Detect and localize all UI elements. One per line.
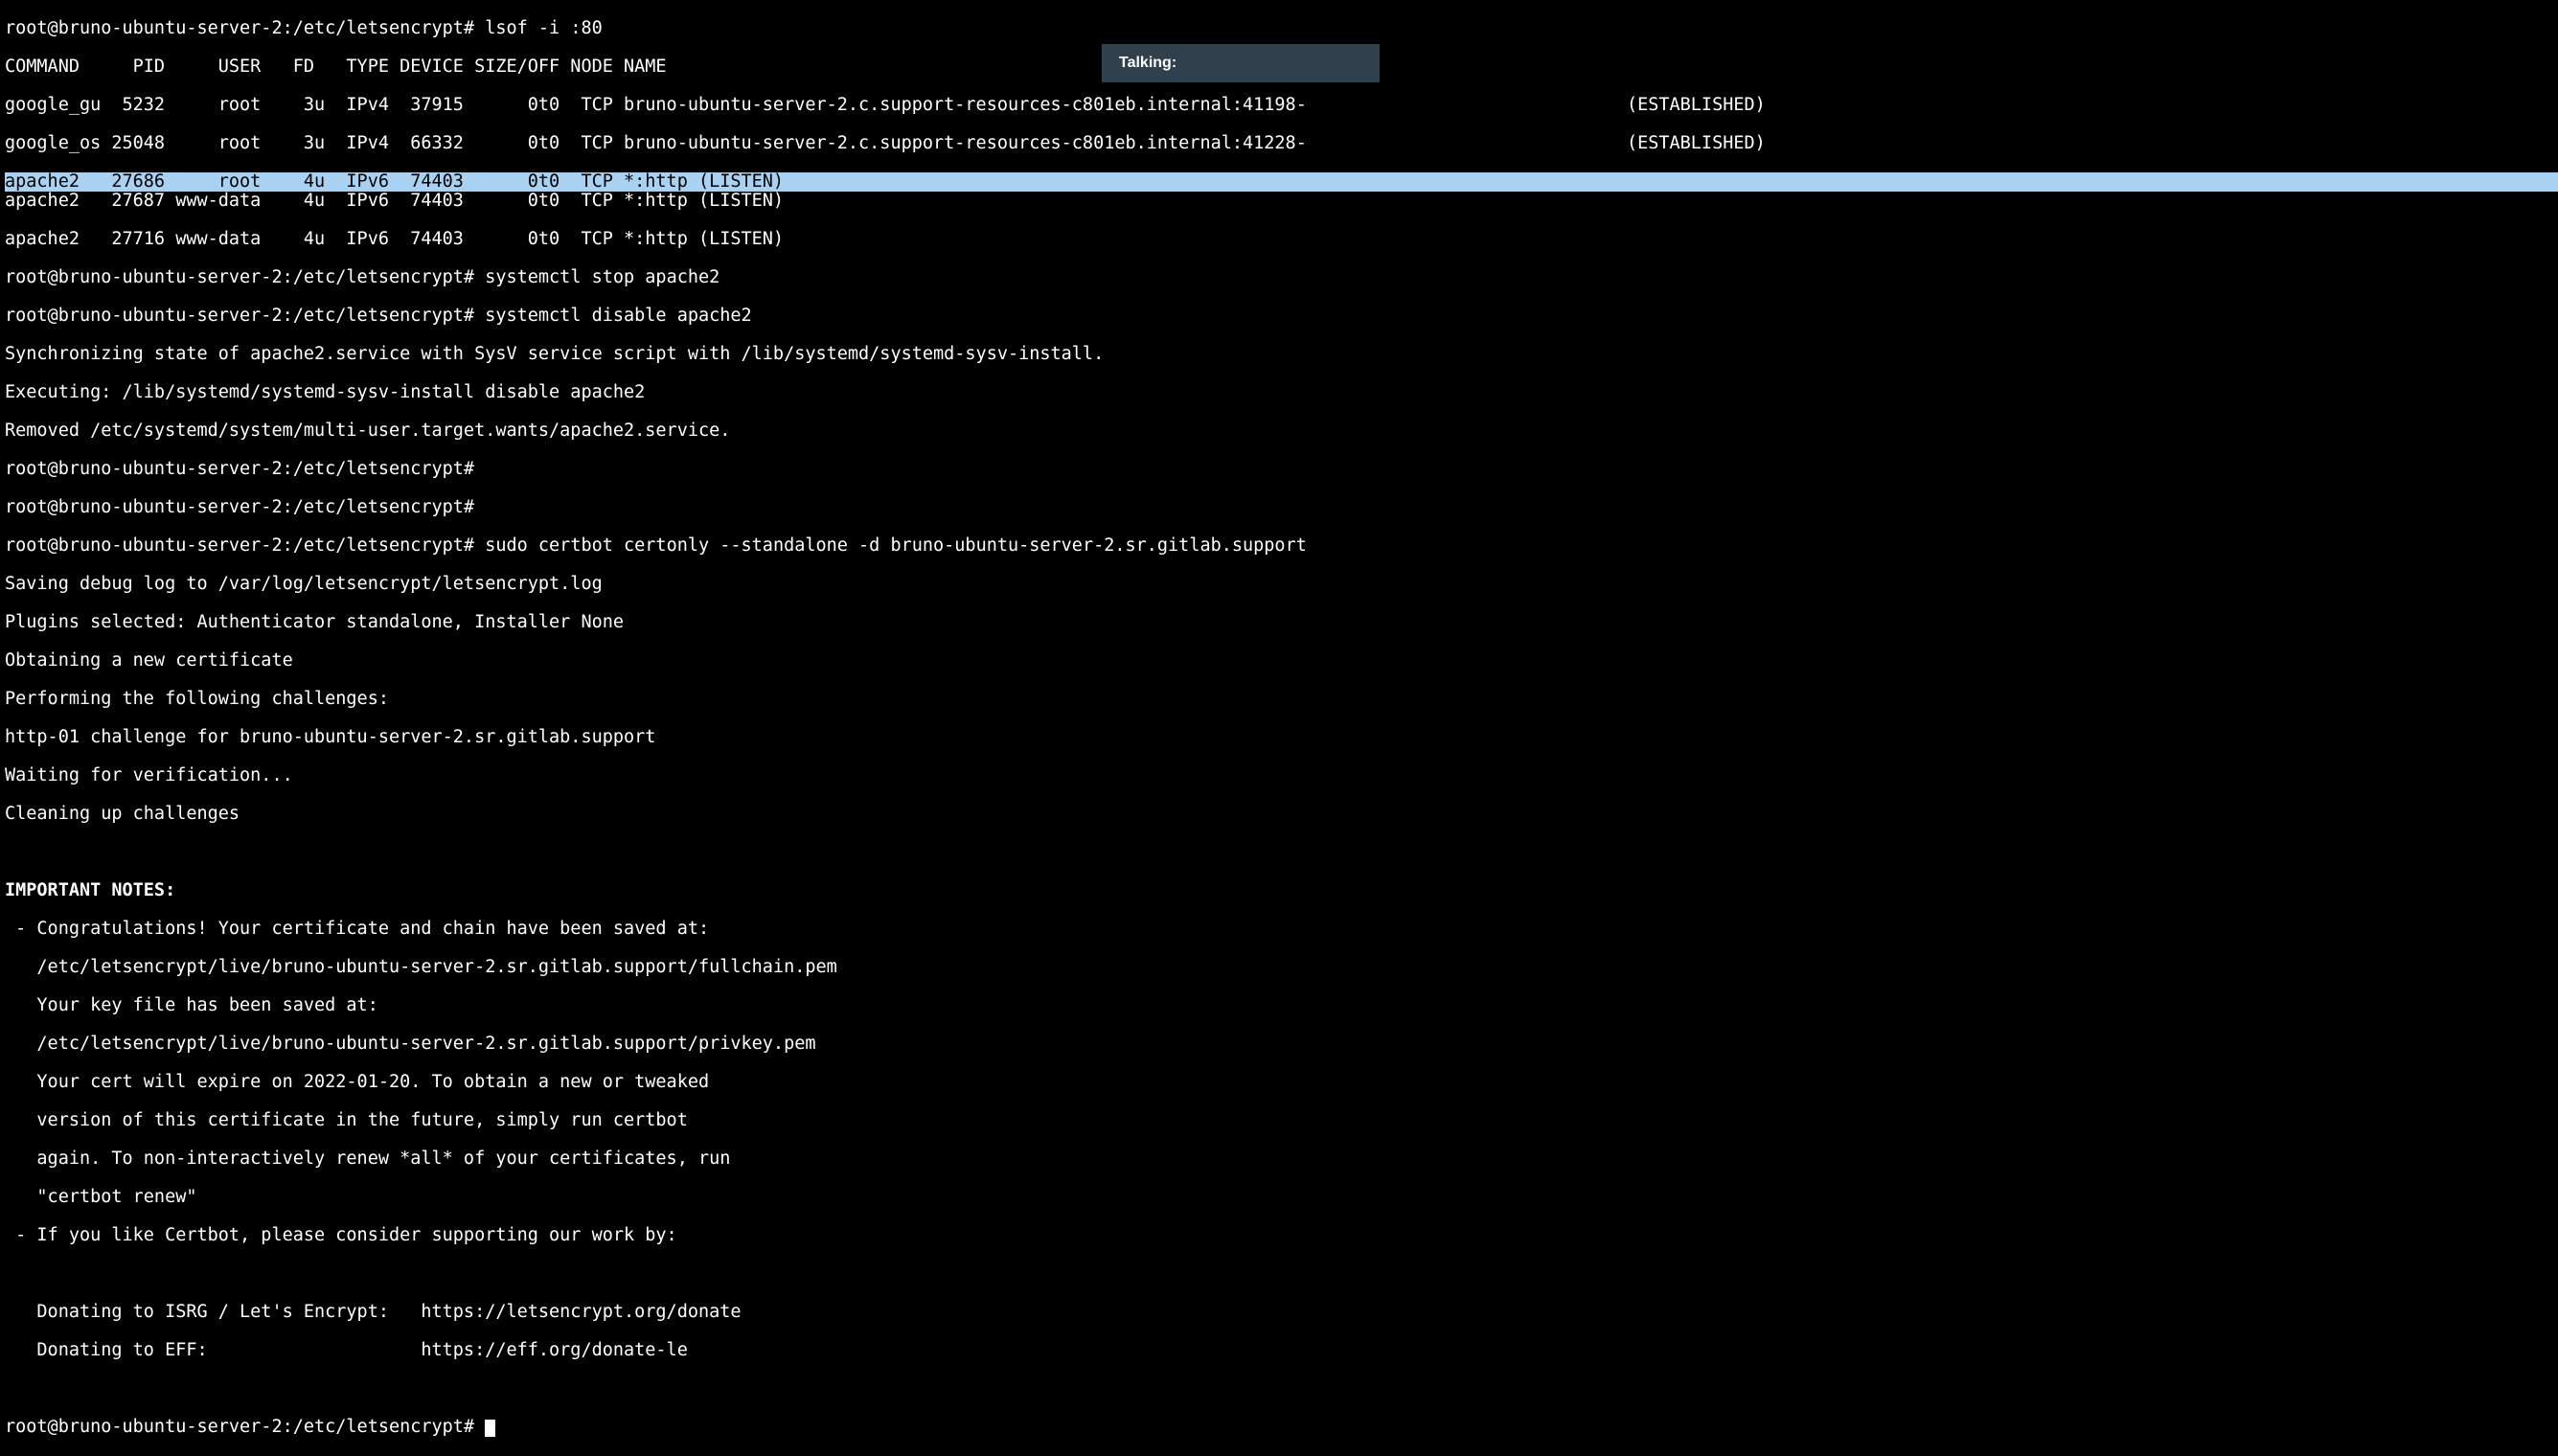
- output-line: Cleaning up challenges: [5, 805, 2558, 824]
- output-line: Executing: /lib/systemd/systemd-sysv-ins…: [5, 383, 2558, 402]
- prompt: root@bruno-ubuntu-server-2:/etc/letsencr…: [5, 535, 474, 556]
- lsof-row: apache2 27716 www-data 4u IPv6 74403 0t0…: [5, 230, 2558, 249]
- notes-line: version of this certificate in the futur…: [5, 1111, 2558, 1130]
- cmd-lsof: lsof -i :80: [485, 18, 603, 38]
- output-line: http-01 challenge for bruno-ubuntu-serve…: [5, 728, 2558, 747]
- prompt: root@bruno-ubuntu-server-2:/etc/letsencr…: [5, 459, 474, 479]
- prompt-line: root@bruno-ubuntu-server-2:/etc/letsencr…: [5, 268, 2558, 287]
- notes-line: Donating to EFF: https://eff.org/donate-…: [5, 1341, 2558, 1360]
- cmd-stop: systemctl stop apache2: [485, 267, 719, 287]
- output-line: Removed /etc/systemd/system/multi-user.t…: [5, 421, 2558, 441]
- output-line: Plugins selected: Authenticator standalo…: [5, 613, 2558, 632]
- notes-title: IMPORTANT NOTES:: [5, 881, 2558, 900]
- notes-line: "certbot renew": [5, 1188, 2558, 1207]
- prompt-line: root@bruno-ubuntu-server-2:/etc/letsencr…: [5, 498, 2558, 517]
- notes-line: again. To non-interactively renew *all* …: [5, 1149, 2558, 1169]
- notes-line: Your key file has been saved at:: [5, 996, 2558, 1015]
- output-line: Obtaining a new certificate: [5, 651, 2558, 671]
- prompt: root@bruno-ubuntu-server-2:/etc/letsencr…: [5, 18, 474, 38]
- notification-label: Talking:: [1119, 54, 1176, 73]
- prompt: root@bruno-ubuntu-server-2:/etc/letsencr…: [5, 267, 474, 287]
- lsof-row-highlighted: apache2 27686 root 4u IPv6 74403 0t0 TCP…: [5, 172, 2558, 192]
- prompt: root@bruno-ubuntu-server-2:/etc/letsencr…: [5, 1417, 474, 1437]
- output-line: Waiting for verification...: [5, 766, 2558, 785]
- output-line: Saving debug log to /var/log/letsencrypt…: [5, 575, 2558, 594]
- notes-line: /etc/letsencrypt/live/bruno-ubuntu-serve…: [5, 958, 2558, 977]
- notes-line: /etc/letsencrypt/live/bruno-ubuntu-serve…: [5, 1035, 2558, 1054]
- cmd-certbot: sudo certbot certonly --standalone -d br…: [485, 535, 1307, 556]
- cursor: [485, 1420, 495, 1437]
- prompt: root@bruno-ubuntu-server-2:/etc/letsencr…: [5, 306, 474, 326]
- lsof-row: apache2 27687 www-data 4u IPv6 74403 0t0…: [5, 192, 2558, 211]
- prompt-line[interactable]: root@bruno-ubuntu-server-2:/etc/letsencr…: [5, 1418, 2558, 1437]
- prompt-line: root@bruno-ubuntu-server-2:/etc/letsencr…: [5, 460, 2558, 479]
- blank-line: [5, 1264, 2558, 1284]
- output-line: Synchronizing state of apache2.service w…: [5, 345, 2558, 364]
- notification-popup: Talking:: [1102, 44, 1380, 82]
- notes-line: Your cert will expire on 2022-01-20. To …: [5, 1073, 2558, 1092]
- prompt: root@bruno-ubuntu-server-2:/etc/letsencr…: [5, 497, 474, 517]
- prompt-line: root@bruno-ubuntu-server-2:/etc/letsencr…: [5, 307, 2558, 326]
- notes-line: - If you like Certbot, please consider s…: [5, 1226, 2558, 1245]
- blank-line: [5, 843, 2558, 862]
- prompt-line: root@bruno-ubuntu-server-2:/etc/letsencr…: [5, 19, 2558, 38]
- notes-line: - Congratulations! Your certificate and …: [5, 920, 2558, 939]
- lsof-row: google_os 25048 root 3u IPv4 66332 0t0 T…: [5, 134, 2558, 153]
- lsof-row: google_gu 5232 root 3u IPv4 37915 0t0 TC…: [5, 96, 2558, 115]
- notes-line: Donating to ISRG / Let's Encrypt: https:…: [5, 1303, 2558, 1322]
- prompt-line: root@bruno-ubuntu-server-2:/etc/letsencr…: [5, 536, 2558, 556]
- terminal[interactable]: root@bruno-ubuntu-server-2:/etc/letsencr…: [5, 0, 2558, 1456]
- blank-line: [5, 1379, 2558, 1399]
- output-line: Performing the following challenges:: [5, 690, 2558, 709]
- cmd-disable: systemctl disable apache2: [485, 306, 751, 326]
